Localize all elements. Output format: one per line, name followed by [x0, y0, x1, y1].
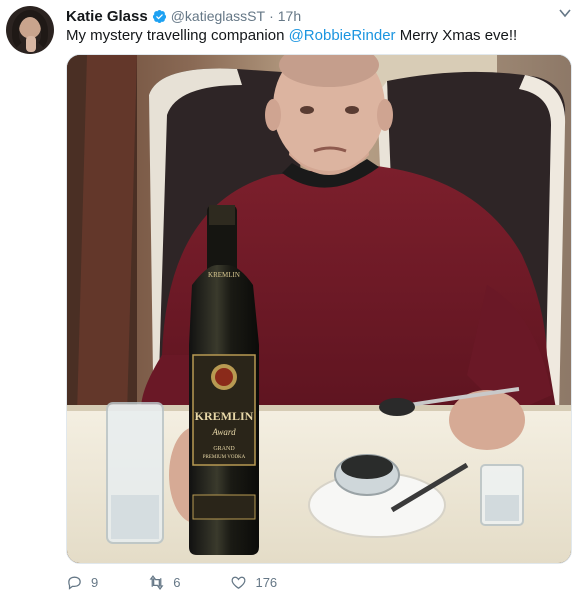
bottle-sub: Award [211, 427, 236, 437]
chevron-down-icon[interactable] [558, 6, 572, 20]
mention-link[interactable]: @RobbieRinder [289, 27, 396, 44]
bottle-label: KREMLIN [195, 409, 254, 423]
like-count: 176 [255, 575, 278, 590]
reply-count: 9 [91, 575, 99, 590]
retweet-icon [149, 575, 164, 590]
tweet-photo[interactable]: KREMLIN Award GRAND PREMIUM VODKA KREMLI… [66, 54, 572, 564]
avatar[interactable] [6, 6, 54, 54]
tweet-text-before: My mystery travelling companion [66, 27, 289, 44]
bottle-neck-label: KREMLIN [208, 271, 240, 279]
tweet-text: My mystery travelling companion @RobbieR… [66, 26, 517, 46]
like-button[interactable]: 176 [230, 574, 277, 591]
verified-badge-icon [152, 9, 167, 24]
author-name[interactable]: Katie Glass [66, 8, 148, 25]
tweet-header: Katie Glass @katieglassST · 17h [66, 6, 301, 26]
tweet: Katie Glass @katieglassST · 17h My myste… [0, 0, 582, 604]
reply-icon [68, 576, 81, 590]
reply-button[interactable]: 9 [66, 574, 98, 591]
tweet-actions: 9 6 176 [66, 574, 327, 591]
bottle-premium: PREMIUM VODKA [203, 455, 246, 460]
tweet-timestamp[interactable]: 17h [278, 8, 301, 24]
retweet-button[interactable]: 6 [148, 574, 180, 591]
retweet-count: 6 [173, 575, 181, 590]
bottle-grand: GRAND [213, 446, 235, 452]
author-handle[interactable]: @katieglassST [171, 8, 265, 24]
heart-icon [231, 576, 246, 589]
tweet-text-after: Merry Xmas eve!! [395, 27, 518, 44]
photo-scene: KREMLIN Award GRAND PREMIUM VODKA KREMLI… [67, 55, 571, 563]
separator-dot: · [269, 8, 274, 24]
